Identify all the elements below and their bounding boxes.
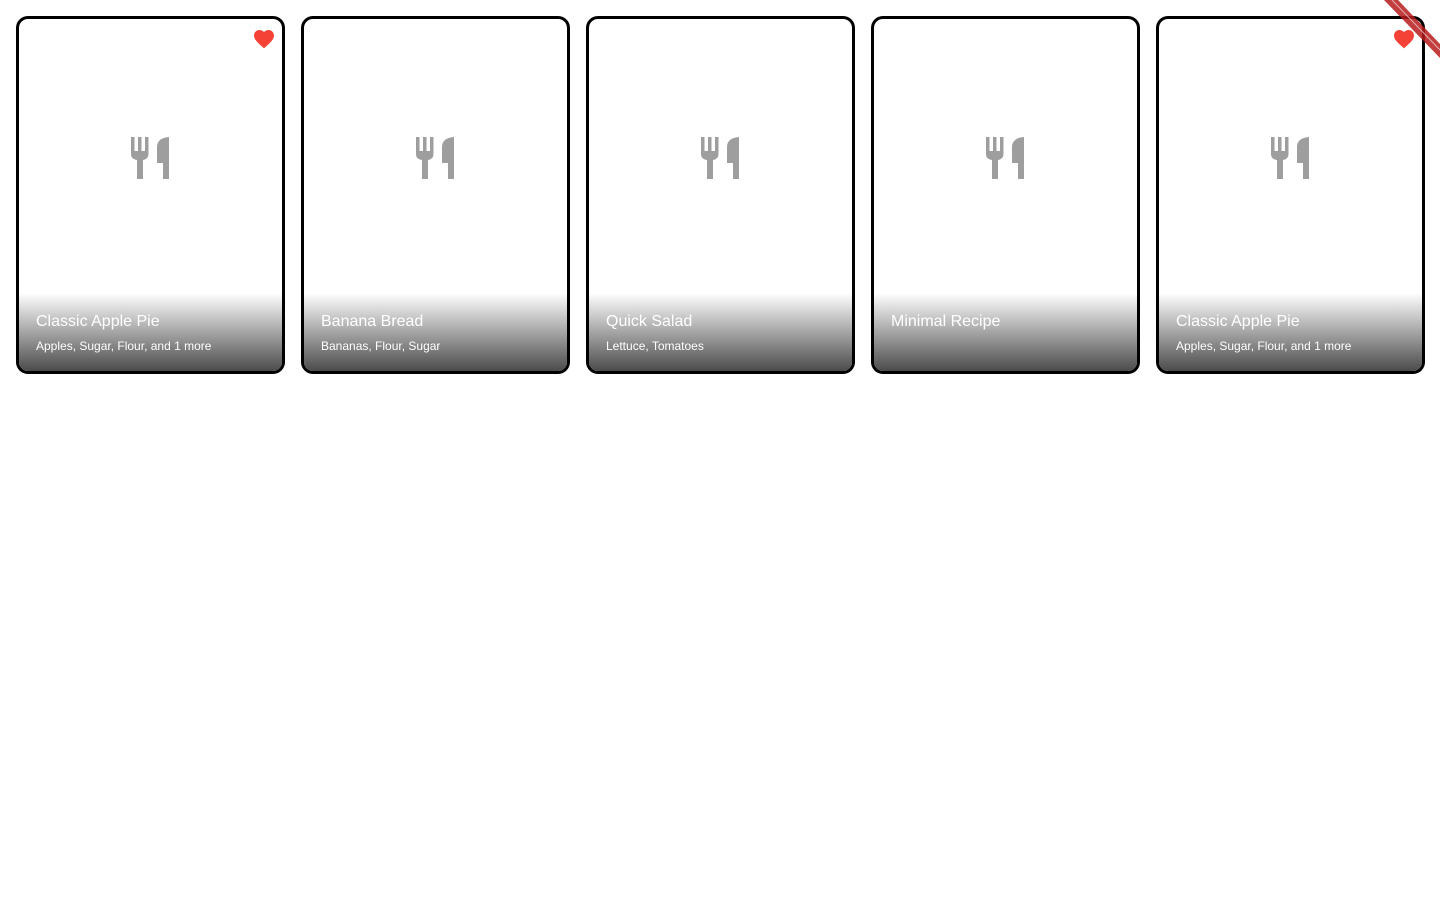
card-gradient-overlay — [1159, 293, 1422, 371]
recipe-title: Minimal Recipe — [891, 313, 1001, 330]
recipe-card[interactable]: Classic Apple Pie Apples, Sugar, Flour, … — [1156, 16, 1425, 374]
recipe-ingredients: Lettuce, Tomatoes — [606, 339, 704, 353]
card-gradient-overlay — [304, 293, 567, 371]
restaurant-icon — [415, 137, 454, 179]
restaurant-icon — [1270, 137, 1309, 179]
restaurant-icon — [130, 137, 169, 179]
debug-banner — [1384, 0, 1440, 58]
recipe-ingredients: Bananas, Flour, Sugar — [321, 339, 441, 353]
recipe-ingredients: Apples, Sugar, Flour, and 1 more — [1176, 339, 1352, 353]
recipe-ingredients: Apples, Sugar, Flour, and 1 more — [36, 339, 212, 353]
recipe-card[interactable]: Banana Bread Bananas, Flour, Sugar — [301, 16, 570, 374]
card-gradient-overlay — [589, 293, 852, 371]
recipe-card[interactable]: Minimal Recipe — [871, 16, 1140, 374]
heart-icon[interactable] — [252, 27, 276, 51]
recipe-card[interactable]: Classic Apple Pie Apples, Sugar, Flour, … — [16, 16, 285, 374]
recipe-card[interactable]: Quick Salad Lettuce, Tomatoes — [586, 16, 855, 374]
recipe-title: Classic Apple Pie — [36, 313, 160, 330]
recipe-title: Banana Bread — [321, 313, 424, 330]
recipe-title: Classic Apple Pie — [1176, 313, 1300, 330]
restaurant-icon — [700, 137, 739, 179]
restaurant-icon — [985, 137, 1024, 179]
card-gradient-overlay — [874, 293, 1137, 371]
recipe-grid: Classic Apple Pie Apples, Sugar, Flour, … — [16, 16, 1425, 374]
recipe-title: Quick Salad — [606, 313, 693, 330]
card-gradient-overlay — [19, 293, 282, 371]
